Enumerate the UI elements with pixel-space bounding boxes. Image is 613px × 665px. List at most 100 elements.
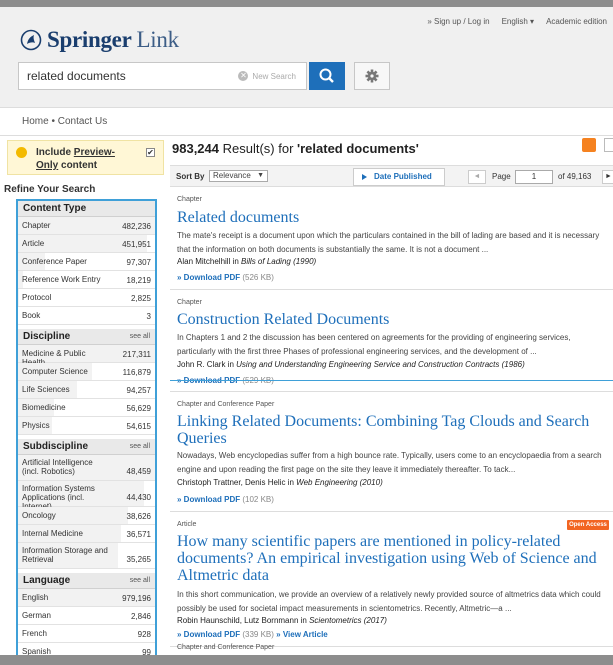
facet-item-label: French: [22, 629, 47, 638]
result-snippet: In this short communication, we provide …: [177, 590, 601, 613]
facet-item[interactable]: Information Systems Applications (incl. …: [18, 481, 155, 511]
result-title[interactable]: Construction Related Documents: [177, 311, 597, 328]
signup-login-link[interactable]: » Sign up / Log in: [427, 17, 489, 26]
facet-header: Discipline see all: [18, 329, 155, 345]
facet-item-count: 99: [142, 648, 151, 655]
facet-item-count: 48,459: [126, 467, 151, 476]
facet-item[interactable]: Information Storage and Retrieval 35,265: [18, 543, 155, 569]
refine-heading: Refine Your Search: [4, 184, 96, 195]
facet-item[interactable]: Book 3: [18, 307, 155, 325]
result-title[interactable]: How many scientific papers are mentioned…: [177, 533, 597, 584]
facet-item-count: 38,626: [126, 512, 151, 521]
facet-item[interactable]: Protocol 2,825: [18, 289, 155, 307]
pdf-size: (339 KB): [242, 630, 274, 639]
result-type: Chapter and Conference Paper: [177, 401, 275, 408]
download-pdf-label[interactable]: » Download PDF: [177, 630, 240, 639]
facet-header: Subdiscipline see all: [18, 439, 155, 455]
download-links: » Download PDF (339 KB) » View Article: [177, 630, 328, 639]
breadcrumb-links[interactable]: Home • Contact Us: [22, 116, 107, 127]
facet-item-count: 979,196: [122, 594, 151, 603]
sort-bar: Sort By Relevance ▼ Date Published ◄ Pag…: [170, 165, 613, 187]
date-published-filter[interactable]: Date Published: [353, 168, 445, 186]
result-venue[interactable]: Scientometrics (2017): [309, 616, 387, 625]
download-pdf-link[interactable]: » Download PDF (102 KB): [177, 495, 274, 504]
facet-item[interactable]: Spanish 99: [18, 643, 155, 655]
pdf-size: (526 KB): [242, 273, 274, 282]
preview-only-toggle[interactable]: Include Preview-Only content ✔: [7, 140, 164, 175]
download-pdf-link[interactable]: » Download PDF (526 KB): [177, 273, 274, 282]
result-snippet: Nowadays, Web encyclopedias suffer from …: [177, 451, 602, 474]
facet-item-count: 928: [137, 630, 151, 639]
facet-item-count: 2,846: [130, 612, 151, 621]
result-title[interactable]: Related documents: [177, 209, 597, 226]
search-field[interactable]: related documents ✕ New Search: [18, 62, 307, 90]
facet-item[interactable]: Physics 54,615: [18, 417, 155, 435]
facet-item[interactable]: Oncology 38,626: [18, 507, 155, 525]
springer-horse-icon: [20, 29, 42, 51]
search-button[interactable]: [309, 62, 345, 90]
result-venue[interactable]: Web Engineering (2010): [296, 478, 383, 487]
facet-item[interactable]: English 979,196: [18, 589, 155, 607]
result-author-names[interactable]: Robin Haunschild, Lutz Bornmann in: [177, 616, 309, 625]
see-all-link[interactable]: see all: [130, 333, 150, 340]
facet-item-count: 3: [146, 312, 151, 321]
result-authors: Christoph Trattner, Denis Helic in Web E…: [177, 478, 383, 487]
view-article-link[interactable]: » View Article: [276, 630, 328, 639]
result-title[interactable]: Linking Related Documents: Combining Tag…: [177, 413, 597, 447]
facet-item[interactable]: Chapter 482,236: [18, 217, 155, 235]
result-author-names[interactable]: Christoph Trattner, Denis Helic in: [177, 478, 296, 487]
facet-item[interactable]: Biomedicine 56,629: [18, 399, 155, 417]
date-published-label: Date Published: [374, 172, 432, 181]
results-text: Result(s) for: [219, 141, 298, 156]
facet-item[interactable]: Reference Work Entry 18,219: [18, 271, 155, 289]
result-type: Article: [177, 521, 197, 528]
facet-item[interactable]: French 928: [18, 625, 155, 643]
facet-item[interactable]: Artificial Intelligence (incl. Robotics)…: [18, 455, 155, 481]
facet-item-label: Oncology: [22, 511, 56, 520]
springer-logo[interactable]: Springer Link: [20, 27, 179, 53]
page-number-input[interactable]: 1: [515, 170, 553, 184]
facet-item[interactable]: Article 451,951: [18, 235, 155, 253]
facet-item-count: 35,265: [126, 555, 151, 564]
previous-page-button[interactable]: ◄: [468, 170, 486, 184]
result-author-names[interactable]: John R. Clark in: [177, 360, 236, 369]
springerlink-page: Springer Link » Sign up / Log in English…: [0, 7, 613, 655]
logo-brand: Springer: [47, 27, 132, 52]
facet-item[interactable]: Medicine & Public Health217,311: [18, 345, 155, 367]
see-all-link[interactable]: see all: [130, 577, 150, 584]
result-authors: John R. Clark in Using and Understanding…: [177, 360, 525, 369]
result-author-names[interactable]: Alan Mitchelhill in: [177, 257, 241, 266]
facet-header: Content Type: [18, 201, 155, 217]
facet-item-label: English: [22, 593, 49, 602]
result-item: Article Open Access How many scientific …: [170, 512, 613, 647]
facet-item[interactable]: Computer Science 116,879: [18, 363, 155, 381]
facet-item[interactable]: Life Sciences 94,257: [18, 381, 155, 399]
result-venue[interactable]: Using and Understanding Engineering Serv…: [236, 360, 525, 369]
facet-item-label: Artificial Intelligence (incl. Robotics): [22, 458, 93, 476]
results-query: 'related documents': [297, 141, 419, 156]
facet-item[interactable]: Conference Paper 97,307: [18, 253, 155, 271]
download-results-button[interactable]: [604, 138, 613, 152]
facet-item-count: 94,257: [126, 386, 151, 395]
preview-only-checkbox[interactable]: ✔: [146, 148, 155, 157]
see-all-link[interactable]: see all: [130, 443, 150, 450]
result-snippet: The mate's receipt is a document upon wh…: [177, 231, 600, 254]
facet-item-count: 56,629: [126, 404, 151, 413]
new-search-link[interactable]: ✕ New Search: [238, 71, 296, 81]
facet-item[interactable]: Internal Medicine 36,571: [18, 525, 155, 543]
facet-item[interactable]: German 2,846: [18, 607, 155, 625]
facet-item-count: 451,951: [122, 240, 151, 249]
rss-feed-icon[interactable]: [582, 138, 596, 152]
language-dropdown[interactable]: English ▾: [502, 17, 534, 26]
academic-edition-link[interactable]: Academic edition: [546, 17, 607, 26]
window-top-edge: [0, 0, 613, 7]
facet-title: Language: [23, 575, 71, 586]
search-options-button[interactable]: [354, 62, 390, 90]
result-venue[interactable]: Bills of Lading (1990): [241, 257, 316, 266]
facet-item-count: 482,236: [122, 222, 151, 231]
facet-item-label: Article: [22, 239, 45, 248]
next-page-button[interactable]: ►: [602, 170, 613, 184]
sort-select[interactable]: Relevance ▼: [209, 170, 268, 182]
facet-item-label: Computer Science: [22, 367, 88, 376]
search-input[interactable]: related documents: [27, 69, 126, 83]
